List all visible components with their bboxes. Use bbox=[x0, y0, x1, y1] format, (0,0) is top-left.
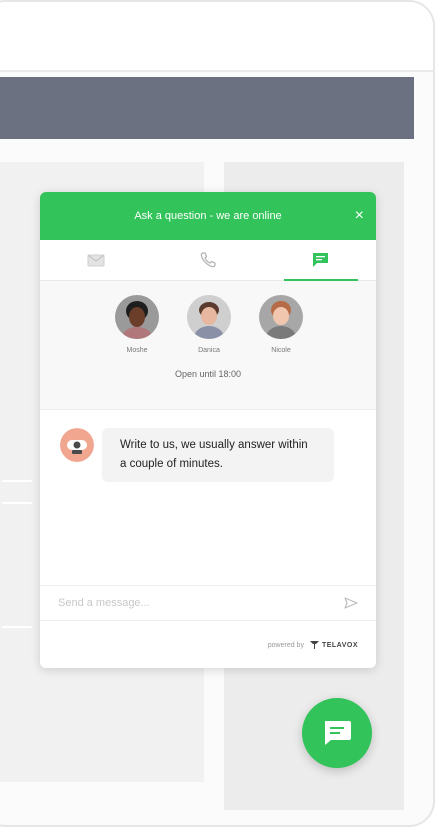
content-divider bbox=[2, 502, 32, 504]
powered-by-footer: powered by TELAVOX bbox=[40, 621, 376, 668]
avatar bbox=[259, 295, 303, 339]
message-composer bbox=[40, 585, 376, 621]
message-bubble: Write to us, we usually answer within a … bbox=[102, 428, 334, 482]
opening-hours: Open until 18:00 bbox=[174, 369, 242, 379]
avatar bbox=[115, 295, 159, 339]
agent-name: Moshe bbox=[126, 347, 148, 354]
send-button[interactable] bbox=[342, 594, 360, 612]
tab-email[interactable] bbox=[40, 240, 152, 280]
agent-nicole: Nicole bbox=[251, 295, 311, 354]
agent-name: Nicole bbox=[271, 347, 291, 354]
chat-icon bbox=[312, 253, 328, 267]
content-divider bbox=[2, 480, 32, 482]
content-divider bbox=[2, 626, 32, 628]
chat-header: Ask a question - we are online × bbox=[40, 192, 376, 240]
telavox-logo-icon bbox=[309, 641, 319, 649]
chat-header-title: Ask a question - we are online bbox=[134, 210, 282, 222]
message-list: Write to us, we usually answer within a … bbox=[40, 410, 376, 585]
contact-tabs bbox=[40, 240, 376, 281]
envelope-icon bbox=[87, 254, 105, 266]
powered-by-text: powered by bbox=[267, 641, 304, 649]
agent-name: Danica bbox=[198, 347, 220, 354]
agent-moshe: Moshe bbox=[107, 295, 167, 354]
website-header-band bbox=[0, 77, 414, 139]
phone-icon bbox=[200, 252, 216, 268]
agents-panel: Moshe Danica Nicole Open until 18:00 bbox=[40, 281, 376, 410]
message-input[interactable] bbox=[56, 596, 342, 610]
brand-logo[interactable]: TELAVOX bbox=[309, 641, 358, 649]
website-top-bar bbox=[0, 2, 433, 72]
chat-icon bbox=[325, 721, 351, 745]
tab-chat[interactable] bbox=[264, 240, 376, 281]
agent-danica: Danica bbox=[179, 295, 239, 354]
send-icon bbox=[344, 597, 358, 609]
chat-launcher-button[interactable] bbox=[302, 698, 372, 768]
chat-widget: Ask a question - we are online × Moshe D… bbox=[40, 192, 376, 668]
close-button[interactable]: × bbox=[355, 208, 364, 224]
tab-phone[interactable] bbox=[152, 240, 264, 280]
bot-avatar bbox=[60, 428, 94, 462]
brand-name: TELAVOX bbox=[321, 641, 358, 649]
avatar bbox=[187, 295, 231, 339]
